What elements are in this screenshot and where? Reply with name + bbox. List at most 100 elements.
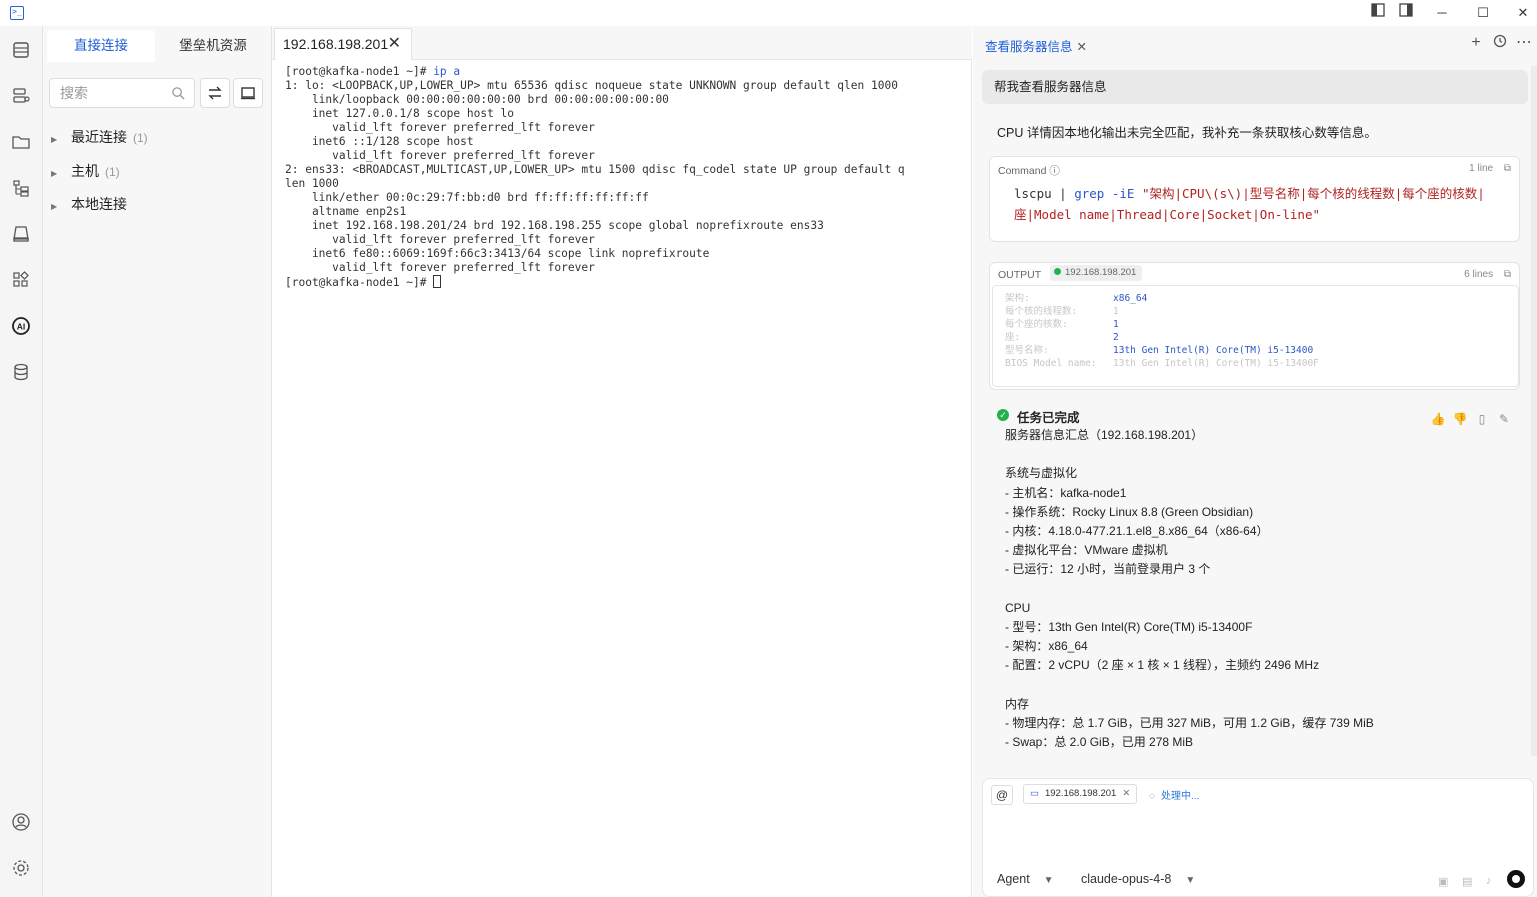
output-row: 型号名称: 13th Gen Intel(R) Core(TM) i5-13400 (1005, 345, 1314, 356)
summary-line: CPU (1005, 600, 1031, 615)
output-body: 架构: x86_64 每个核的线程数: 1 每个座的核数: 1 座: 2 型号名称: 13th G… (992, 285, 1519, 387)
output-row: 架构: x86_64 (1005, 293, 1148, 304)
computer-icon: ▭ (1030, 788, 1039, 799)
mode-select[interactable]: Agent ▼ (997, 872, 1054, 886)
settings-icon[interactable] (9, 856, 33, 880)
terminal-tab-bar: 192.168.198.201 ✕ (272, 26, 972, 60)
summary-line: - 型号：13th Gen Intel(R) Core(TM) i5-13400… (1005, 620, 1253, 634)
search-input[interactable] (60, 85, 160, 101)
image-icon[interactable]: ▣ (1438, 875, 1452, 888)
activity-bar: AI (0, 26, 43, 897)
servers-icon[interactable] (9, 84, 33, 108)
output-row: 座: 2 (1005, 332, 1119, 343)
tree-item-local[interactable]: ▶ 本地连接 (51, 193, 127, 215)
summary-line: - 配置：2 vCPU（2 座 × 1 核 × 1 线程），主频约 2496 M… (1005, 658, 1320, 673)
terminal-line: 2: ens33: <BROADCAST,MULTICAST,UP,LOWER_… (285, 163, 905, 176)
terminal-line: valid_lft forever preferred_lft forever (285, 233, 595, 246)
microphone-icon[interactable]: ♪ (1486, 875, 1500, 887)
svg-text:AI: AI (17, 322, 26, 332)
terminal-line: len 1000 (285, 177, 339, 190)
caret-right-icon: ▶ (51, 169, 58, 178)
user-icon[interactable] (9, 810, 33, 834)
ai-assistant-panel: 查看服务器信息 ✕ + ⋯ 帮我查看服务器信息 CPU 详情因本地化输出未完全匹配… (973, 26, 1537, 897)
tree-item-recent[interactable]: ▶ 最近连接 (1) (51, 126, 148, 148)
terminal-line: valid_lft forever preferred_lft forever (285, 149, 595, 162)
ai-chat-tab[interactable]: 查看服务器信息 ✕ (985, 36, 1087, 55)
tab-direct-connect[interactable]: 直接连接 (47, 30, 155, 62)
chevron-down-icon: ▼ (1043, 875, 1054, 886)
tab-bastion-resources[interactable]: 堡垒机资源 (159, 30, 267, 62)
task-status: 任务已完成 (1017, 411, 1080, 425)
layout-split-icon[interactable] (1394, 2, 1418, 24)
chat-input[interactable]: @ ▭ 192.168.198.201 ✕ ◌ 处理中... Agent ▼ claud… (982, 778, 1534, 897)
model-select[interactable]: claude-opus-4-8 ▼ (1081, 872, 1195, 886)
apps-icon[interactable] (9, 268, 33, 292)
more-options-icon[interactable]: ⋯ (1515, 34, 1533, 52)
scrollbar[interactable] (1531, 66, 1537, 756)
terminal-line: inet6 fe80::6069:169f:66c3:3413/64 scope… (285, 247, 710, 260)
close-tab-icon[interactable]: ✕ (1077, 40, 1087, 54)
context-host-chip[interactable]: ▭ 192.168.198.201 ✕ (1023, 784, 1138, 804)
terminal-tab[interactable]: 192.168.198.201 ✕ (274, 28, 412, 60)
stop-button[interactable] (1507, 870, 1525, 888)
summary-line: - 物理内存：总 1.7 GiB，已用 327 MiB，可用 1.2 GiB，缓… (1005, 716, 1374, 730)
copy-icon[interactable]: ⧉ (1504, 163, 1511, 174)
mention-button[interactable]: @ (991, 785, 1013, 805)
sessions-icon[interactable] (9, 38, 33, 62)
terminal-line: 1: lo: <LOOPBACK,UP,LOWER_UP> mtu 65536 … (285, 79, 898, 92)
search-box (49, 78, 195, 108)
summary-line: - 操作系统：Rocky Linux 8.8 (Green Obsidian) (1005, 504, 1254, 519)
storage-icon[interactable] (9, 222, 33, 246)
terminal-line: valid_lft forever preferred_lft forever (285, 121, 595, 134)
tree-icon[interactable] (9, 176, 33, 200)
terminal-line: link/loopback 00:00:00:00:00:00 brd 00:0… (285, 93, 669, 106)
tree-item-hosts[interactable]: ▶ 主机 (1) (51, 160, 120, 182)
summary-line (1005, 445, 1515, 464)
status-dot-icon (1054, 268, 1061, 275)
new-chat-icon[interactable]: + (1467, 34, 1485, 52)
layout-left-icon[interactable] (1366, 2, 1390, 24)
check-circle-icon: ✓ (997, 409, 1009, 421)
close-icon[interactable]: ✕ (1511, 2, 1535, 24)
output-row: 每个核的线程数: 1 (1005, 306, 1119, 317)
folder-icon[interactable] (9, 130, 33, 154)
summary-line: 内存 (1005, 696, 1030, 711)
help-icon[interactable]: ⓘ (1049, 165, 1060, 177)
summary-line: - 主机名：kafka-node1 (1005, 485, 1127, 500)
terminal-line: inet6 ::1/128 scope host (285, 135, 474, 148)
terminal-line: inet 127.0.0.1/8 scope host lo (285, 107, 515, 120)
terminal-cursor (433, 275, 442, 288)
summary-line (1005, 580, 1515, 599)
spinner-icon: ◌ (1149, 791, 1155, 802)
terminal-line: valid_lft forever preferred_lft forever (285, 261, 595, 274)
terminal-output[interactable]: [root@kafka-node1 ~]# ip a 1: lo: <LOOPBA… (272, 60, 972, 897)
terminal-line: [root@kafka-node1 ~]# (285, 275, 971, 290)
swap-icon[interactable] (200, 78, 230, 108)
database-icon[interactable] (9, 360, 33, 384)
copy-icon[interactable]: ⧉ (1504, 269, 1511, 280)
summary-line: - 虚拟化平台：VMware 虚拟机 (1005, 543, 1168, 558)
connection-sidebar: 直接连接 堡垒机资源 ▶最近连接(1) ▶主机(1) ▶本地连接 (43, 26, 272, 897)
assistant-note: CPU 详情因本地化输出未完全匹配，我补充一条获取核心数等信息。 (997, 126, 1377, 140)
caret-right-icon: ▶ (51, 202, 58, 211)
search-icon[interactable] (171, 86, 186, 101)
command-text: lscpu | grep -iE "架构|CPU\(s\)|型号名称|每个核的线… (1014, 186, 1485, 222)
summary-line: - 已运行：12 小时，当前登录用户 3 个 (1005, 562, 1211, 577)
caret-right-icon: ▶ (51, 135, 58, 144)
processing-status: ◌ 处理中... (1149, 791, 1200, 802)
attach-folder-icon[interactable]: ▤ (1462, 875, 1476, 888)
terminal-line: [root@kafka-node1 ~]# ip a (285, 65, 461, 78)
close-tab-icon[interactable]: ✕ (388, 29, 401, 59)
user-message: 帮我查看服务器信息 (982, 70, 1528, 104)
summary-line: - 架构：x86_64 (1005, 639, 1088, 654)
output-row: 每个座的核数: 1 (1005, 319, 1119, 330)
minimize-icon[interactable]: ─ (1430, 2, 1454, 24)
maximize-icon[interactable]: ☐ (1471, 2, 1495, 24)
history-icon[interactable] (1491, 34, 1509, 52)
remove-icon[interactable]: ✕ (1122, 788, 1130, 799)
app-terminal-icon: >_ (10, 6, 24, 20)
local-terminal-icon[interactable] (233, 78, 263, 108)
terminal-line: altname enp2s1 (285, 205, 407, 218)
ai-icon[interactable]: AI (9, 314, 33, 338)
host-badge: 192.168.198.201 (1050, 265, 1143, 281)
